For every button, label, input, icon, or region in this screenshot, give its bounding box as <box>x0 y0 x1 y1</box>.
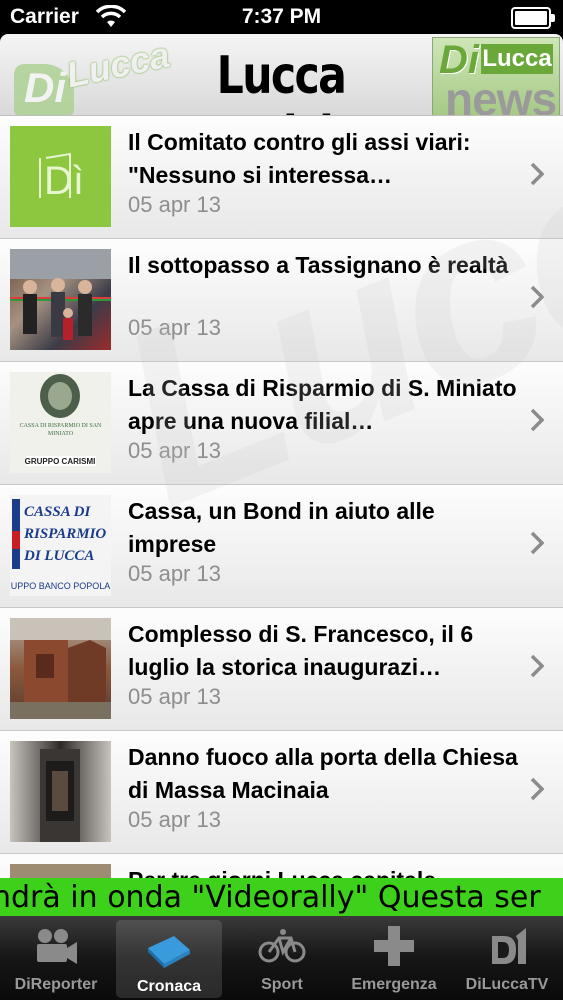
status-bar: Carrier 7:37 PM <box>0 0 563 34</box>
newspaper-icon <box>148 936 190 968</box>
news-thumbnail: CASSA DI RISPARMIO DI LUCCA PISA LIVORNO… <box>10 495 111 596</box>
dilucca-news-logo: Di Lucca news <box>432 37 560 115</box>
news-thumbnail <box>10 864 111 878</box>
news-row[interactable]: Il sottopasso a Tassignano è realtà 05 a… <box>0 239 563 362</box>
tab-sport[interactable]: Sport <box>226 916 338 1000</box>
ticker-text: ndrà in onda "Videorally" Questa ser <box>0 880 541 915</box>
news-thumbnail <box>10 741 111 842</box>
status-time: 7:37 PM <box>241 5 322 28</box>
tab-diluccatv[interactable]: DiLuccaTV <box>451 916 563 1000</box>
news-date: 05 apr 13 <box>128 192 221 217</box>
tab-cronaca[interactable]: Cronaca <box>116 920 222 998</box>
news-title: Il Comitato contro gli assi viari: "Ness… <box>128 129 471 188</box>
header-bar: Di Lucca Lucca Notizie Di Lucca news <box>0 34 563 116</box>
battery-icon <box>511 7 555 29</box>
news-title: Per tre giorni Lucca capitale <box>128 864 518 878</box>
news-ticker[interactable]: ndrà in onda "Videorally" Questa ser <box>0 878 563 916</box>
news-list[interactable]: Dì Il Comitato contro gli assi viari: "N… <box>0 116 563 878</box>
tab-emergenza[interactable]: Emergenza <box>338 916 450 1000</box>
news-row[interactable]: Danno fuoco alla porta della Chiesa di M… <box>0 731 563 854</box>
chevron-right-icon <box>530 531 544 555</box>
chevron-right-icon <box>530 777 544 801</box>
news-title: Cassa, un Bond in aiuto alle imprese <box>128 498 435 557</box>
news-row[interactable]: Complesso di S. Francesco, il 6 luglio l… <box>0 608 563 731</box>
video-camera-icon <box>37 929 77 964</box>
news-row[interactable]: Dì Il Comitato contro gli assi viari: "N… <box>0 116 563 239</box>
dilucca-logo-left: Di Lucca <box>6 34 173 115</box>
svg-text:GRUPPO BANCO POPOLARE: GRUPPO BANCO POPOLARE <box>10 581 111 591</box>
chevron-right-icon <box>530 408 544 432</box>
news-date: 05 apr 13 <box>128 807 221 832</box>
medical-cross-icon <box>374 926 414 966</box>
svg-text:GRUPPO CARISMI: GRUPPO CARISMI <box>25 457 96 466</box>
page-title: Lucca Notizie <box>203 46 362 115</box>
bicycle-icon <box>258 929 306 963</box>
news-thumbnail <box>10 618 111 719</box>
chevron-right-icon <box>530 654 544 678</box>
news-thumbnail <box>10 249 111 350</box>
news-title: La Cassa di Risparmio di S. Miniato apre… <box>128 375 517 434</box>
news-date: 05 apr 13 <box>128 684 221 709</box>
news-thumbnail: CASSA DI RISPARMIO DI SAN MINIATO GRUPPO… <box>10 372 111 473</box>
news-date: 05 apr 13 <box>128 561 221 586</box>
dilucca-tv-icon <box>492 928 526 964</box>
news-row[interactable]: Per tre giorni Lucca capitale <box>0 854 563 878</box>
news-row[interactable]: CASSA DI RISPARMIO DI SAN MINIATO GRUPPO… <box>0 362 563 485</box>
news-row[interactable]: CASSA DI RISPARMIO DI LUCCA PISA LIVORNO… <box>0 485 563 608</box>
news-date: 05 apr 13 <box>128 438 221 463</box>
chevron-right-icon <box>530 162 544 186</box>
tab-direporter[interactable]: DiReporter <box>0 916 112 1000</box>
tab-bar: DiReporter Cronaca Sport Emergenza DiLuc… <box>0 916 563 1000</box>
chevron-right-icon <box>530 285 544 309</box>
news-title: Complesso di S. Francesco, il 6 luglio l… <box>128 621 474 680</box>
svg-text:Dì: Dì <box>44 159 84 203</box>
news-title: Danno fuoco alla porta della Chiesa di M… <box>128 744 518 803</box>
news-title: Il sottopasso a Tassignano è realtà <box>128 252 509 278</box>
news-date: 05 apr 13 <box>128 315 221 340</box>
news-thumbnail: Dì <box>10 126 111 227</box>
